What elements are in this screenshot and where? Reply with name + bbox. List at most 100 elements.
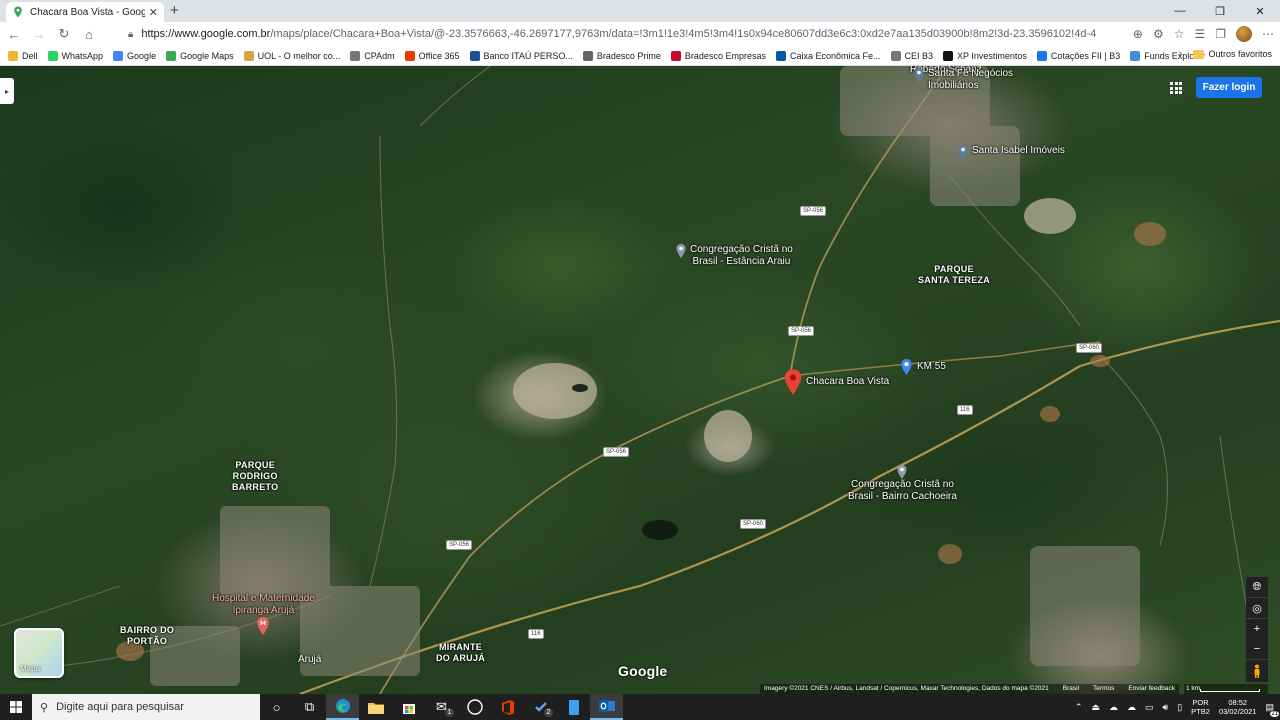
reload-icon[interactable]: ↻ xyxy=(53,23,75,45)
back-icon[interactable]: ← xyxy=(3,23,25,45)
tab-close-icon[interactable]: ✕ xyxy=(149,6,158,19)
google-apps-icon[interactable] xyxy=(1170,82,1182,94)
store-icon[interactable] xyxy=(392,694,425,720)
edge-browser-icon[interactable] xyxy=(326,694,359,720)
bookmark-item[interactable]: Office 365 xyxy=(404,50,460,61)
file-explorer-icon[interactable] xyxy=(359,694,392,720)
notifications-icon[interactable]: ▤ 21 xyxy=(1265,702,1279,717)
network-icon[interactable]: ▭ xyxy=(1145,702,1154,713)
road-shield: SP-056 xyxy=(603,447,630,457)
home-icon[interactable]: ⌂ xyxy=(78,23,100,45)
bookmark-item[interactable]: XP Investimentos xyxy=(943,50,1027,61)
imagery-credit: Imagery ©2021 CNES / Airbus, Landsat / C… xyxy=(764,685,1049,692)
street-view-pegman-icon[interactable] xyxy=(1246,660,1268,682)
bookmark-item[interactable]: Google Maps xyxy=(166,50,234,61)
bookmark-favicon-icon xyxy=(943,50,954,61)
bookmark-item[interactable]: Bradesco Prime xyxy=(582,50,661,61)
bookmark-item[interactable]: CPAdm xyxy=(350,50,395,61)
bookmark-label: Caixa Econômica Fe... xyxy=(789,50,881,61)
bookmark-label: Bradesco Empresas xyxy=(684,50,766,61)
poi-pin-hospital[interactable]: Hospital e Maternidade Ipiranga Arujá xyxy=(212,593,315,635)
road-shield: 116 xyxy=(957,405,973,415)
my-location-icon[interactable]: ◎ xyxy=(1246,598,1268,618)
bookmark-item[interactable]: Dell xyxy=(8,50,38,61)
red-pin-icon xyxy=(784,369,802,395)
bookmark-label: UOL - O melhor co... xyxy=(257,50,341,61)
scale-line xyxy=(1200,689,1260,692)
tracking-icon[interactable]: ⚙ xyxy=(1153,27,1164,41)
lock-icon[interactable]: 🔒︎ xyxy=(128,29,133,40)
poi-pin-congregacao-cachoeira[interactable]: Congregação Cristã no Brasil - Bairro Ca… xyxy=(848,465,957,503)
windows-taskbar: ⚲ Digite aqui para pesquisar ○ ⧉ ✉ 1 2 ⌃ … xyxy=(0,694,1280,720)
usb-icon[interactable]: ⏏ xyxy=(1092,702,1101,713)
satellite-map[interactable]: SP-056 SP-056 SP-056 SP-056 SP-060 SP-06… xyxy=(0,66,1280,694)
globe-icon[interactable]: 🌐︎ xyxy=(1246,577,1268,597)
maximize-button[interactable]: ❐ xyxy=(1200,0,1240,22)
clock[interactable]: 08:52 03/02/2021 xyxy=(1219,698,1257,716)
zoom-in-button[interactable]: + xyxy=(1246,619,1268,639)
volume-icon[interactable]: 🔊︎ xyxy=(1163,702,1169,713)
todo-icon[interactable]: 2 xyxy=(524,694,557,720)
place-label-parque-santa-tereza: PARQUE SANTA TEREZA xyxy=(918,264,991,285)
map-layer-toggle[interactable]: Mapa xyxy=(14,628,64,678)
zoom-icon[interactable]: ⊕ xyxy=(1133,27,1143,41)
road-network xyxy=(0,66,1280,694)
menu-icon[interactable]: ⋯ xyxy=(1262,27,1274,41)
bookmark-label: CPAdm xyxy=(364,50,395,61)
browser-toolbar: ← → ↻ ⌂ 🔒︎ https://www.google.com.br/map… xyxy=(0,22,1280,46)
zoom-out-button[interactable]: − xyxy=(1246,639,1268,659)
browser-tab[interactable]: Chacara Boa Vista - Google Maps ✕ xyxy=(6,2,164,22)
close-window-button[interactable]: ✕ xyxy=(1240,0,1280,22)
login-button[interactable]: Fazer login xyxy=(1196,77,1262,98)
hospital-pin-icon xyxy=(257,617,270,635)
bookmark-item[interactable]: Cotações FII | B3 xyxy=(1036,50,1120,61)
office-icon[interactable] xyxy=(491,694,524,720)
show-hidden-icons-icon[interactable]: ⌃ xyxy=(1075,702,1083,713)
outlook-icon[interactable] xyxy=(590,694,623,720)
poi-pin-km55[interactable]: KM 55 xyxy=(900,359,946,375)
terms-link[interactable]: Termos xyxy=(1093,684,1114,694)
favorite-star-icon[interactable]: ☆ xyxy=(1174,27,1185,41)
minimize-button[interactable]: — xyxy=(1160,0,1200,22)
poi-pin-santa-isabel[interactable]: Santa Isabel Imóveis xyxy=(958,145,1065,159)
collections-icon[interactable]: ❐ xyxy=(1215,27,1226,41)
bookmark-item[interactable]: Banco ITAÚ PERSO... xyxy=(469,50,573,61)
avatar[interactable] xyxy=(1236,26,1252,42)
language-indicator[interactable]: POR PTB2 xyxy=(1191,698,1210,716)
forward-icon[interactable]: → xyxy=(28,23,50,45)
bookmark-item[interactable]: CEI B3 xyxy=(890,50,933,61)
poi-pin-icon xyxy=(901,359,912,375)
poi-pin-icon xyxy=(914,68,924,82)
bookmark-item[interactable]: Caixa Econômica Fe... xyxy=(775,50,881,61)
url-text: https://www.google.com.br/maps/place/Cha… xyxy=(141,28,1096,40)
cortana-icon[interactable]: ○ xyxy=(260,694,293,720)
scale-bar[interactable]: 1 km xyxy=(1184,684,1268,694)
more-bookmarks-chevron-icon[interactable]: › xyxy=(1178,48,1182,60)
feedback-link[interactable]: Enviar feedback xyxy=(1128,684,1175,694)
bookmark-favicon-icon xyxy=(8,50,18,61)
selected-place-marker[interactable]: Chacara Boa Vista xyxy=(784,369,889,395)
bookmark-item[interactable]: Bradesco Empresas xyxy=(670,50,766,61)
poi-pin-santa-fe[interactable]: Santa Fé Negócios Imobiliários xyxy=(914,68,1013,92)
address-bar[interactable]: 🔒︎ https://www.google.com.br/maps/place/… xyxy=(128,24,1096,44)
collapse-side-panel-button[interactable]: ▸ xyxy=(0,78,14,104)
selected-place-label: Chacara Boa Vista xyxy=(806,376,890,387)
place-label-parque-rodrigo-barreto: PARQUE RODRIGO BARRETO xyxy=(232,460,279,492)
poi-pin-congregacao-araiu[interactable]: Congregação Cristã no Brasil - Estância … xyxy=(676,244,793,268)
task-view-icon[interactable]: ⧉ xyxy=(293,694,326,720)
dell-icon[interactable] xyxy=(458,694,491,720)
bookmark-item[interactable]: WhatsApp xyxy=(47,50,103,61)
bookmark-item[interactable]: Google xyxy=(113,50,156,61)
country-link[interactable]: Brasil xyxy=(1063,684,1079,694)
mail-icon[interactable]: ✉ 1 xyxy=(425,694,458,720)
taskbar-search-input[interactable]: ⚲ Digite aqui para pesquisar xyxy=(32,694,260,720)
notes-icon[interactable] xyxy=(557,694,590,720)
bookmark-item[interactable]: UOL - O melhor co... xyxy=(243,50,341,61)
onedrive-icon[interactable]: ☁ xyxy=(1109,702,1118,713)
power-icon[interactable]: ▯ xyxy=(1177,702,1182,713)
favorites-bar-icon[interactable]: ☰ xyxy=(1194,27,1205,41)
new-tab-button[interactable]: + xyxy=(170,2,179,20)
windows-start-icon[interactable] xyxy=(0,694,32,720)
cloud-icon[interactable]: ☁ xyxy=(1127,702,1136,713)
other-favorites-folder[interactable]: Outros favoritos xyxy=(1193,49,1272,59)
